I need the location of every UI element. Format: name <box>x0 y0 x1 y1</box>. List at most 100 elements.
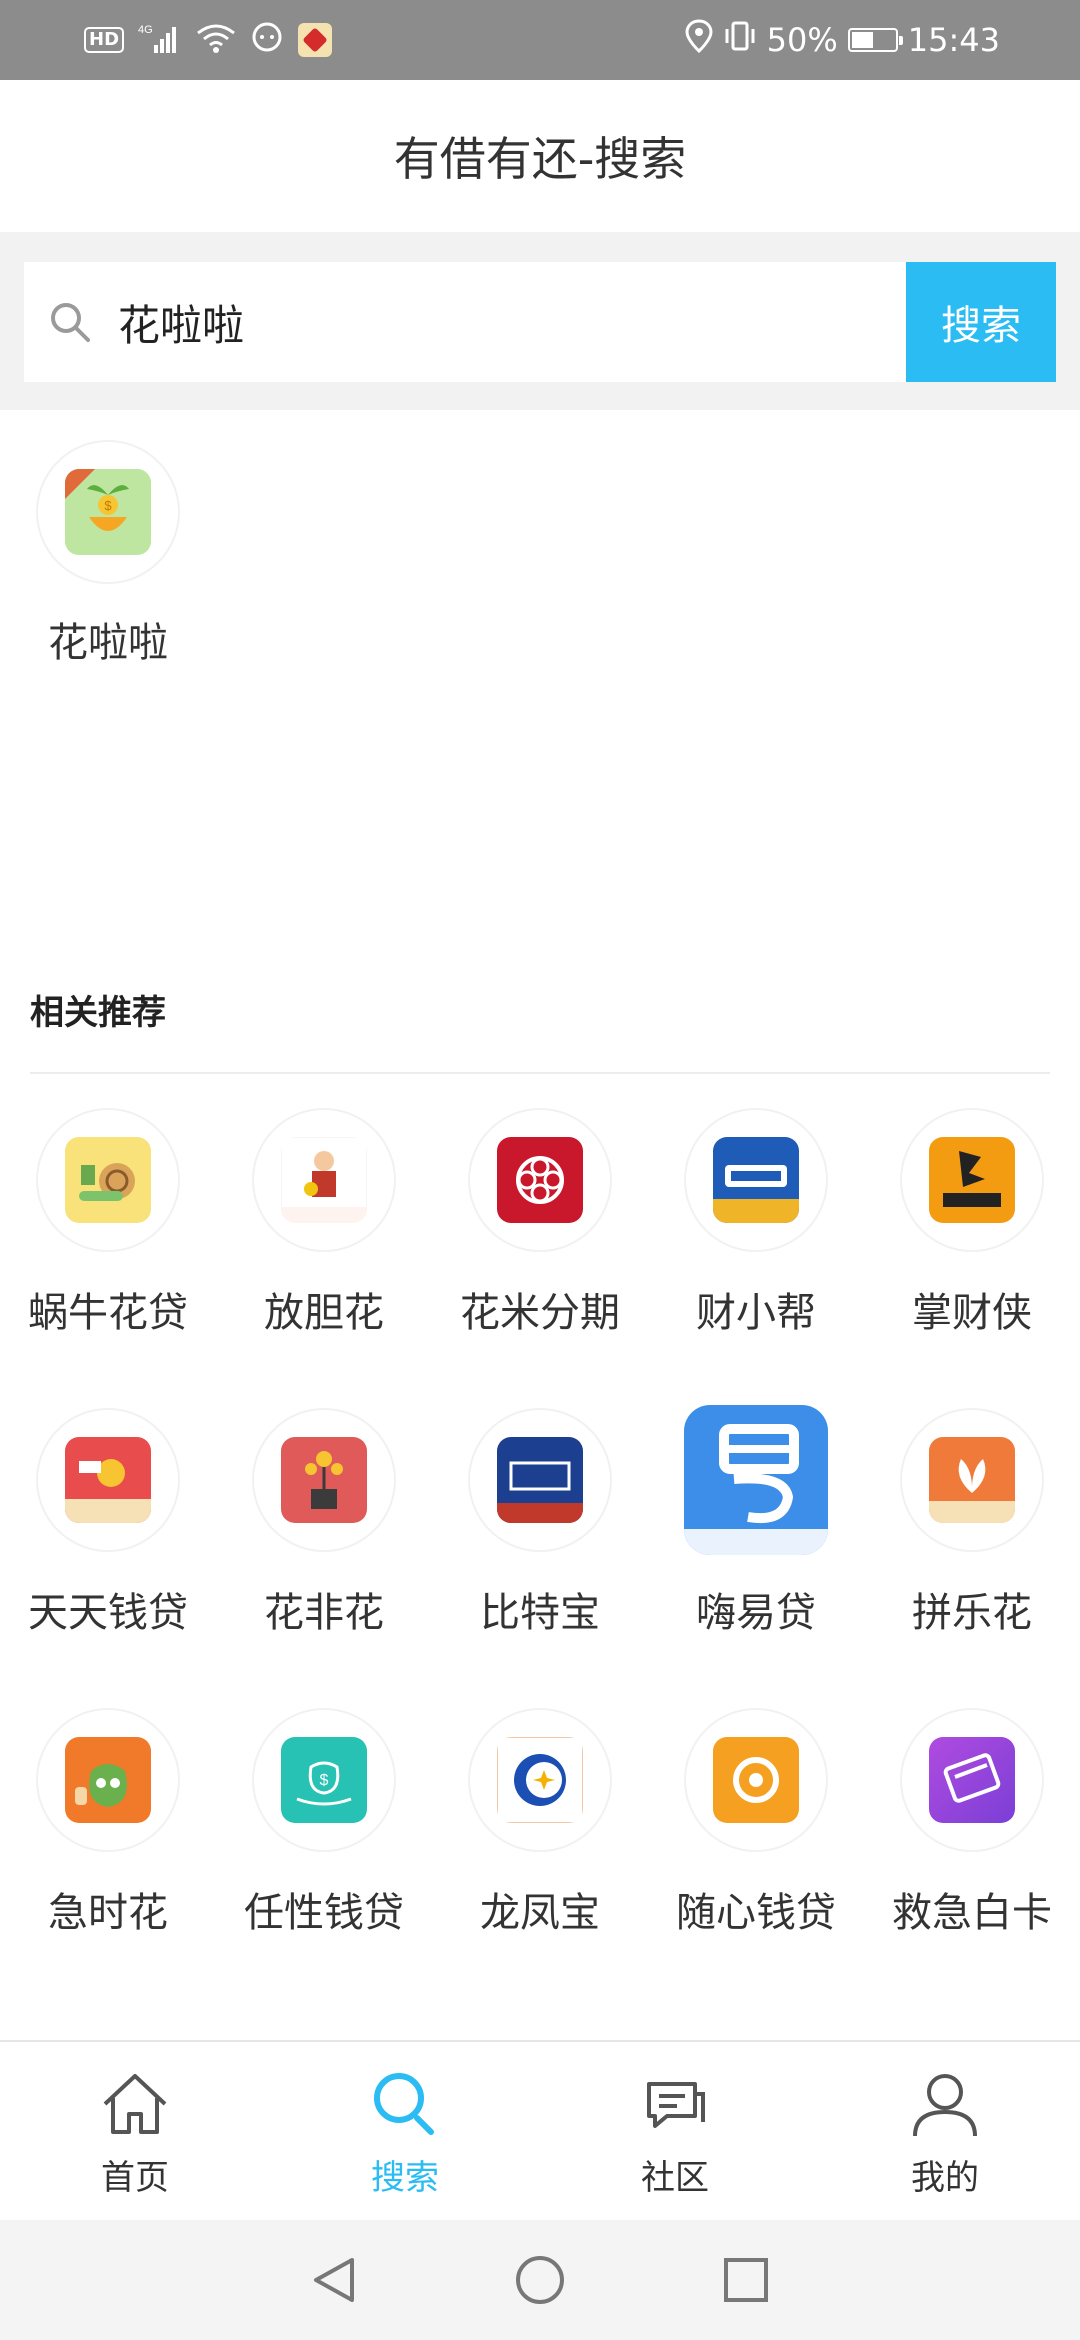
nav-community[interactable]: 社区 <box>540 2042 810 2222</box>
icon-frame <box>468 1708 612 1852</box>
icon-frame <box>252 1408 396 1552</box>
back-icon[interactable] <box>306 2252 362 2308</box>
snail-icon <box>65 1137 151 1223</box>
recommend-item[interactable]: 龙凤宝 <box>432 1708 648 2008</box>
card-icon <box>929 1737 1015 1823</box>
status-bar: HD 4G 50% 15:43 <box>0 0 1080 80</box>
item-name: 比特宝 <box>480 1590 600 1636</box>
icon-frame <box>468 1108 612 1252</box>
svg-text:$: $ <box>320 1772 329 1789</box>
icon-frame <box>684 1108 828 1252</box>
recommend-item[interactable]: 蜗牛花贷 <box>0 1108 216 1408</box>
item-name: 任性钱贷 <box>244 1890 404 1936</box>
money-bag-thumb-icon <box>65 1737 151 1823</box>
recommend-item[interactable]: 天天钱贷 <box>0 1408 216 1708</box>
ninja-logo-icon <box>929 1137 1015 1223</box>
item-name: 急时花 <box>48 1890 168 1936</box>
nav-label: 社区 <box>641 2158 709 2198</box>
recommend-item[interactable]: 财小帮 <box>648 1108 864 1408</box>
item-name: 救急白卡 <box>892 1890 1052 1936</box>
icon-frame <box>900 1108 1044 1252</box>
item-name: 放胆花 <box>264 1290 384 1336</box>
icon-frame <box>900 1708 1044 1852</box>
search-box[interactable] <box>24 262 906 382</box>
item-name: 掌财侠 <box>912 1290 1032 1336</box>
search-icon <box>51 303 90 342</box>
item-name: 蜗牛花贷 <box>28 1290 188 1336</box>
nav-home[interactable]: 首页 <box>0 2042 270 2222</box>
home-icon <box>103 2074 167 2134</box>
nav-search[interactable]: 搜索 <box>270 2042 540 2222</box>
recents-icon[interactable] <box>718 2252 774 2308</box>
nav-label: 首页 <box>101 2158 169 2198</box>
result-name: 花啦啦 <box>48 620 168 666</box>
bottom-nav: 首页 搜索 社区 我的 <box>0 2040 1080 2222</box>
search-input[interactable] <box>116 296 880 348</box>
divider <box>30 1072 1050 1074</box>
svg-text:$: $ <box>104 498 112 513</box>
page-title: 有借有还-搜索 <box>393 132 687 186</box>
location-icon <box>685 19 713 61</box>
item-name: 随心钱贷 <box>676 1890 836 1936</box>
hd-icon: HD <box>84 27 125 53</box>
recommend-item[interactable]: 随心钱贷 <box>648 1708 864 2008</box>
recommend-item[interactable]: 救急白卡 <box>864 1708 1080 2008</box>
icon-frame <box>684 1405 828 1555</box>
item-name: 嗨易贷 <box>696 1590 816 1636</box>
recommend-item[interactable]: 掌财侠 <box>864 1108 1080 1408</box>
search-button[interactable]: 搜索 <box>906 262 1056 382</box>
search-icon <box>374 2073 434 2135</box>
nav-label: 我的 <box>911 2158 979 2198</box>
coin-ring-icon <box>713 1737 799 1823</box>
recommend-item[interactable]: 放胆花 <box>216 1108 432 1408</box>
person-money-icon <box>281 1137 367 1223</box>
battery-icon <box>847 28 903 52</box>
recommend-item[interactable]: 拼乐花 <box>864 1408 1080 1708</box>
icon-frame <box>468 1408 612 1552</box>
recommend-item[interactable]: $ 任性钱贷 <box>216 1708 432 2008</box>
recommend-item[interactable]: 比特宝 <box>432 1408 648 1708</box>
icon-frame <box>36 1108 180 1252</box>
sprout-coin-icon: $ <box>65 469 151 555</box>
money-plant-icon <box>281 1437 367 1523</box>
item-name: 龙凤宝 <box>480 1890 600 1936</box>
section-title: 相关推荐 <box>30 993 166 1033</box>
app-notification-icon <box>298 23 333 57</box>
recommend-grid: 蜗牛花贷 放胆花 花米分期 财小帮 掌财侠 天天钱贷 花非花 比特宝 嗨易贷 拼… <box>0 1108 1080 2008</box>
icon-frame <box>36 1708 180 1852</box>
battery-percent: 50% <box>766 21 838 59</box>
caixiaobang-logo-icon <box>713 1137 799 1223</box>
user-icon <box>913 2074 977 2137</box>
icon-frame <box>684 1708 828 1852</box>
result-icon-frame: $ <box>36 440 180 584</box>
nav-profile[interactable]: 我的 <box>810 2042 1080 2222</box>
recommend-item[interactable]: 急时花 <box>0 1708 216 2008</box>
icon-frame <box>252 1108 396 1252</box>
home-circle-icon[interactable] <box>512 2252 568 2308</box>
icon-frame <box>36 1408 180 1552</box>
recommend-item[interactable]: 嗨易贷 <box>648 1405 864 1708</box>
item-name: 天天钱贷 <box>28 1590 188 1636</box>
item-name: 花米分期 <box>460 1290 620 1336</box>
hand-coin-icon <box>65 1437 151 1523</box>
icon-frame: $ <box>252 1708 396 1852</box>
wifi-icon <box>196 21 236 59</box>
search-result-item[interactable]: $ 花啦啦 <box>18 440 198 668</box>
yi-logo-icon <box>684 1405 828 1555</box>
recommend-item[interactable]: 花米分期 <box>432 1108 648 1408</box>
money-bag-hand-icon: $ <box>281 1737 367 1823</box>
clock: 15:43 <box>907 21 1000 59</box>
item-name: 花非花 <box>264 1590 384 1636</box>
chat-icon <box>647 2082 705 2128</box>
message-icon <box>250 21 284 59</box>
vibrate-icon <box>723 19 757 61</box>
bitebao-logo-icon <box>497 1437 583 1523</box>
item-name: 财小帮 <box>696 1290 816 1336</box>
signal-icon: 4G <box>138 21 182 59</box>
nav-label: 搜索 <box>371 2158 439 2198</box>
system-nav-bar <box>0 2220 1080 2340</box>
circle-star-icon <box>497 1737 583 1823</box>
recommend-item[interactable]: 花非花 <box>216 1408 432 1708</box>
flower-pattern-icon <box>497 1137 583 1223</box>
network-type: 4G <box>138 24 153 36</box>
